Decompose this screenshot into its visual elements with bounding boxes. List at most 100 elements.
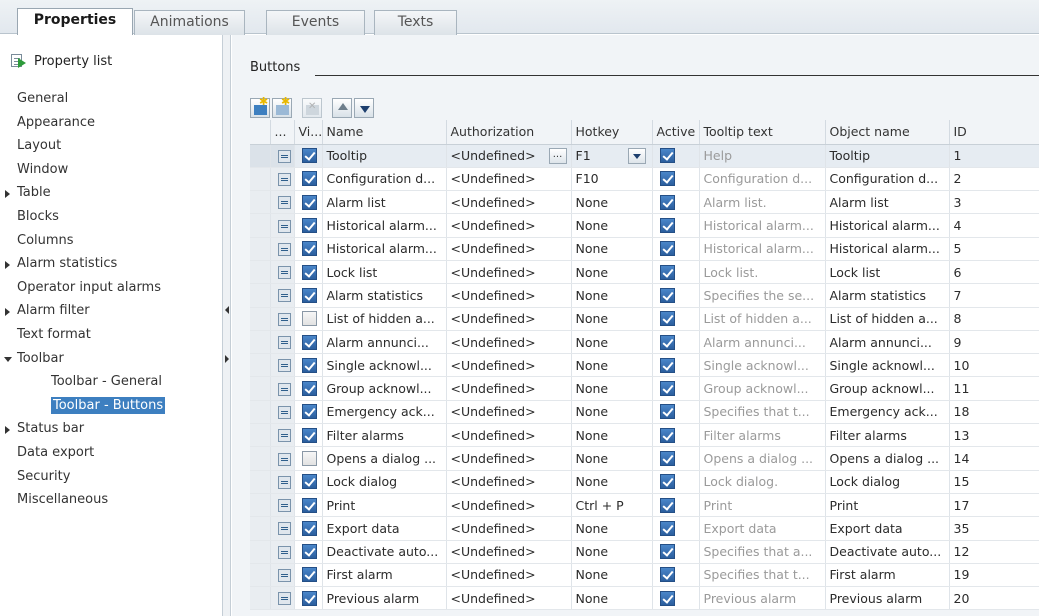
collapsed-triangle-icon[interactable] <box>5 261 10 270</box>
visible-checkbox[interactable] <box>301 567 317 583</box>
authorization-cell[interactable]: <Undefined> <box>446 237 572 261</box>
tooltip-text-cell[interactable]: Lock dialog. <box>699 470 826 494</box>
row-header[interactable] <box>250 516 271 541</box>
id-cell[interactable]: 1 <box>949 144 1039 168</box>
object-name-cell[interactable]: Export data <box>825 516 950 541</box>
authorization-cell[interactable]: <Undefined> <box>446 563 572 588</box>
tooltip-text-cell[interactable]: Specifies that a... <box>699 540 826 564</box>
active-checkbox[interactable] <box>659 287 675 303</box>
id-cell[interactable]: 13 <box>949 423 1039 448</box>
active-checkbox[interactable] <box>659 451 675 466</box>
sidebar-item-toolbar[interactable]: Toolbar <box>0 347 222 371</box>
table-row[interactable]: Configuration d... <Undefined> F10 Configur… <box>250 167 1039 192</box>
active-checkbox[interactable] <box>659 218 675 234</box>
table-row[interactable]: Lock dialog <Undefined> None Lock dialog. Lo… <box>250 470 1039 494</box>
row-header[interactable] <box>250 400 271 425</box>
visible-checkbox[interactable] <box>301 287 317 303</box>
tooltip-text-cell[interactable]: Filter alarms <box>699 423 826 448</box>
visible-checkbox[interactable] <box>301 171 317 187</box>
authorization-cell[interactable]: <Undefined> <box>446 167 572 192</box>
active-cell[interactable] <box>652 330 700 355</box>
active-cell[interactable] <box>652 237 700 261</box>
object-name-cell[interactable]: Historical alarm... <box>825 213 950 238</box>
visible-checkbox[interactable] <box>301 474 317 490</box>
active-cell[interactable] <box>652 283 700 308</box>
authorization-cell[interactable]: <Undefined> <box>446 260 572 285</box>
authorization-cell[interactable]: <Undefined> <box>446 330 572 355</box>
visible-cell[interactable] <box>294 470 323 494</box>
authorization-cell[interactable]: <Undefined> <box>446 283 572 308</box>
active-checkbox[interactable] <box>659 427 675 443</box>
active-checkbox[interactable] <box>659 497 675 513</box>
active-checkbox[interactable] <box>659 474 675 490</box>
authorization-cell[interactable]: <Undefined>... <box>446 144 572 168</box>
visible-checkbox[interactable] <box>301 451 317 466</box>
object-name-cell[interactable]: Deactivate auto... <box>825 540 950 564</box>
visible-checkbox[interactable] <box>301 404 317 420</box>
active-cell[interactable] <box>652 540 700 564</box>
name-cell[interactable]: Deactivate auto... <box>322 540 447 564</box>
active-cell[interactable] <box>652 400 700 425</box>
active-cell[interactable] <box>652 446 700 471</box>
visible-cell[interactable] <box>294 423 323 448</box>
row-options-cell[interactable] <box>270 167 295 192</box>
hotkey-cell[interactable]: None <box>571 446 653 471</box>
row-header[interactable] <box>250 353 271 378</box>
active-checkbox[interactable] <box>659 381 675 397</box>
visible-cell[interactable] <box>294 260 323 285</box>
row-header[interactable] <box>250 307 271 331</box>
authorization-cell[interactable]: <Undefined> <box>446 400 572 425</box>
object-name-cell[interactable]: Alarm list <box>825 190 950 215</box>
visible-cell[interactable] <box>294 213 323 238</box>
property-list-header[interactable]: Property list <box>10 51 112 71</box>
column-header-active[interactable]: Active <box>652 120 700 145</box>
id-cell[interactable]: 19 <box>949 563 1039 588</box>
delete-icon[interactable] <box>302 98 322 118</box>
sidebar-item-columns[interactable]: Columns <box>0 229 222 253</box>
tooltip-text-cell[interactable]: Historical alarm... <box>699 237 826 261</box>
visible-cell[interactable] <box>294 330 323 355</box>
active-cell[interactable] <box>652 190 700 215</box>
expanded-triangle-icon[interactable] <box>4 356 12 362</box>
sidebar-item-status-bar[interactable]: Status bar <box>0 417 222 441</box>
id-cell[interactable]: 15 <box>949 470 1039 494</box>
object-name-cell[interactable]: Single acknowl... <box>825 353 950 378</box>
object-name-cell[interactable]: List of hidden a... <box>825 307 950 331</box>
row-options-cell[interactable] <box>270 586 295 611</box>
hotkey-cell[interactable]: None <box>571 516 653 541</box>
table-row[interactable]: Historical alarm... <Undefined> None Histor… <box>250 213 1039 238</box>
active-checkbox[interactable] <box>659 544 675 560</box>
row-options-cell[interactable] <box>270 190 295 215</box>
sidebar-item-window[interactable]: Window <box>0 158 222 182</box>
column-header-visible[interactable]: Vi... <box>294 120 323 145</box>
hotkey-cell[interactable]: None <box>571 330 653 355</box>
authorization-cell[interactable]: <Undefined> <box>446 586 572 611</box>
sidebar-item-appearance[interactable]: Appearance <box>0 111 222 135</box>
sidebar-item-table[interactable]: Table <box>0 181 222 205</box>
row-options-cell[interactable] <box>270 493 295 518</box>
hotkey-cell[interactable]: Ctrl + P <box>571 493 653 518</box>
visible-cell[interactable] <box>294 190 323 215</box>
name-cell[interactable]: Tooltip <box>322 144 447 168</box>
visible-cell[interactable] <box>294 400 323 425</box>
visible-cell[interactable] <box>294 283 323 308</box>
table-row[interactable]: Deactivate auto... <Undefined> None Specifi… <box>250 540 1039 564</box>
tooltip-text-cell[interactable]: Specifies the se... <box>699 283 826 308</box>
visible-cell[interactable] <box>294 540 323 564</box>
tooltip-text-cell[interactable]: Alarm list. <box>699 190 826 215</box>
collapse-left-icon[interactable] <box>225 303 229 317</box>
visible-cell[interactable] <box>294 237 323 261</box>
collapsed-triangle-icon[interactable] <box>5 190 10 199</box>
row-header[interactable] <box>250 563 271 588</box>
row-options-cell[interactable] <box>270 563 295 588</box>
id-cell[interactable]: 20 <box>949 586 1039 611</box>
table-row[interactable]: Single acknowl... <Undefined> None Single a… <box>250 353 1039 378</box>
active-cell[interactable] <box>652 586 700 611</box>
hotkey-cell[interactable]: None <box>571 260 653 285</box>
tooltip-text-cell[interactable]: Export data <box>699 516 826 541</box>
row-options-cell[interactable] <box>270 470 295 494</box>
column-header-authorization[interactable]: Authorization <box>446 120 572 145</box>
sidebar-item-general[interactable]: General <box>0 87 222 111</box>
object-name-cell[interactable]: Configuration d... <box>825 167 950 192</box>
table-row[interactable]: Tooltip <Undefined>... F1 Help Tooltip 1 <box>250 144 1039 168</box>
